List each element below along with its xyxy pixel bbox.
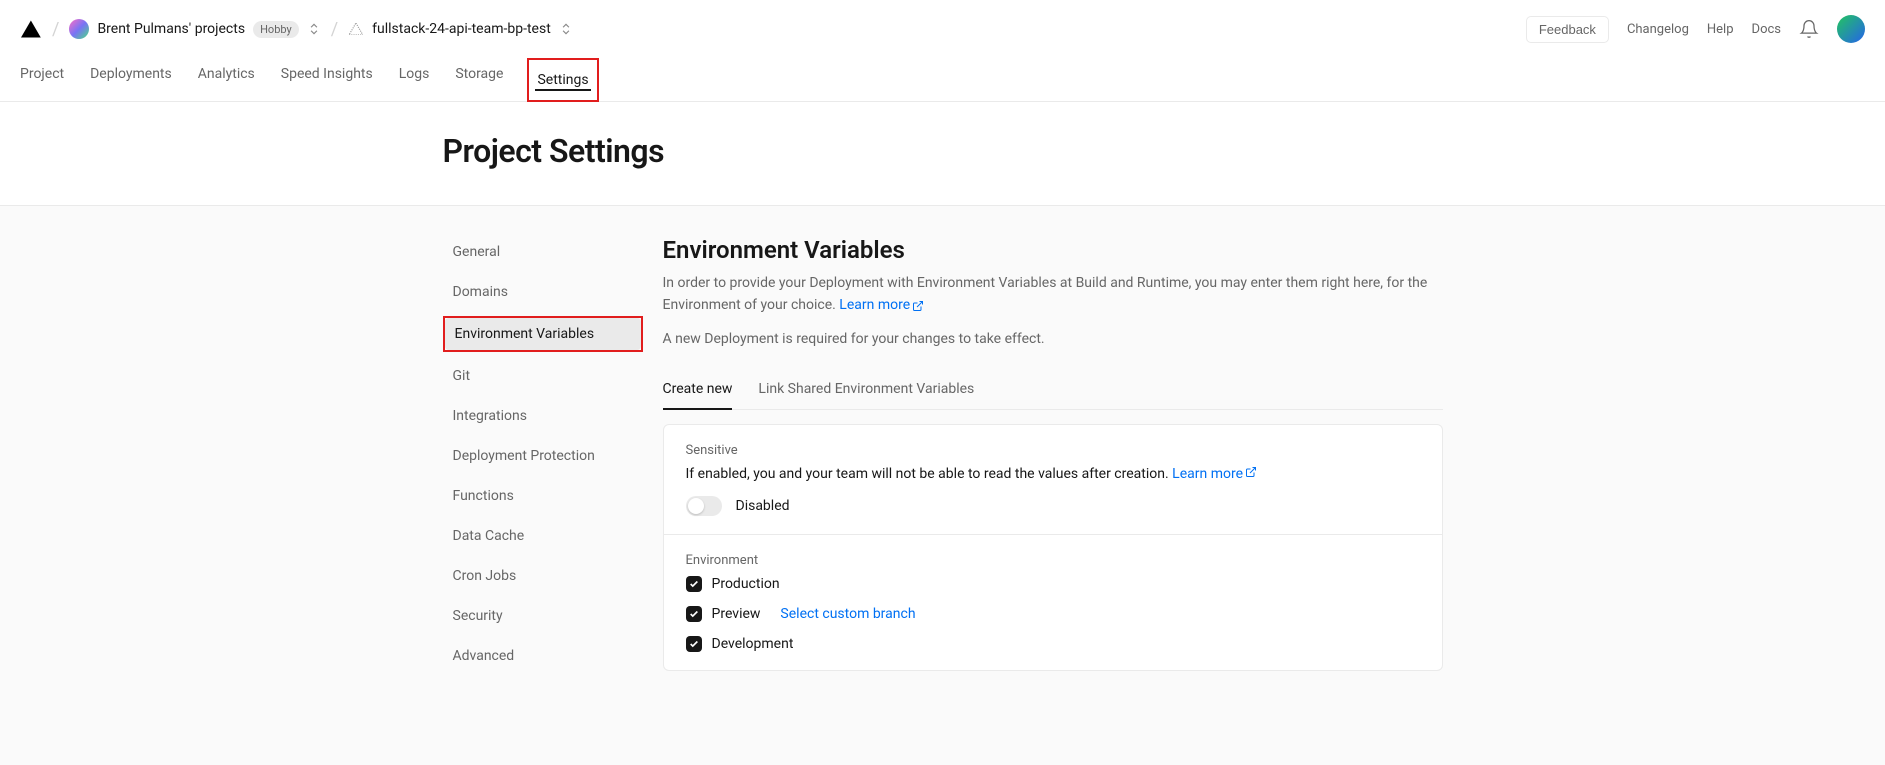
page-header: Project Settings xyxy=(443,102,1443,205)
chevron-up-down-icon[interactable] xyxy=(559,22,573,36)
highlight-annotation: Environment Variables xyxy=(443,316,643,352)
sidebar-item-cron-jobs[interactable]: Cron Jobs xyxy=(443,560,643,592)
team-avatar xyxy=(69,19,89,39)
sensitive-toggle[interactable] xyxy=(686,496,722,516)
env-subtabs: Create new Link Shared Environment Varia… xyxy=(663,375,1443,410)
main-area: General Domains Environment Variables Gi… xyxy=(0,205,1885,765)
env-option-production: Production xyxy=(686,576,1420,592)
deployment-note: A new Deployment is required for your ch… xyxy=(663,331,1443,347)
docs-link[interactable]: Docs xyxy=(1752,22,1781,37)
tab-analytics[interactable]: Analytics xyxy=(196,58,257,101)
section-title: Environment Variables xyxy=(663,236,1443,264)
tab-settings[interactable]: Settings xyxy=(535,64,590,90)
env-option-development: Development xyxy=(686,636,1420,652)
settings-content: Environment Variables In order to provid… xyxy=(663,236,1443,680)
environment-label: Environment xyxy=(686,553,1420,568)
sidebar-item-deployment-protection[interactable]: Deployment Protection xyxy=(443,440,643,472)
learn-more-link[interactable]: Learn more xyxy=(839,297,924,313)
checkbox-preview[interactable] xyxy=(686,606,702,622)
team-name: Brent Pulmans' projects xyxy=(97,21,245,37)
learn-more-text: Learn more xyxy=(1172,466,1243,482)
tab-storage[interactable]: Storage xyxy=(453,58,505,101)
sensitive-toggle-row: Disabled xyxy=(686,496,1420,516)
sensitive-toggle-state: Disabled xyxy=(736,498,790,514)
help-link[interactable]: Help xyxy=(1707,22,1734,37)
env-label-preview: Preview xyxy=(712,606,761,622)
section-description: In order to provide your Deployment with… xyxy=(663,272,1443,317)
changelog-link[interactable]: Changelog xyxy=(1627,22,1689,37)
tab-project[interactable]: Project xyxy=(18,58,66,101)
tab-logs[interactable]: Logs xyxy=(397,58,432,101)
tab-deployments[interactable]: Deployments xyxy=(88,58,174,101)
env-form-card: Sensitive If enabled, you and your team … xyxy=(663,424,1443,671)
environment-section: Environment Production Preview Select cu… xyxy=(664,535,1442,670)
sidebar-item-data-cache[interactable]: Data Cache xyxy=(443,520,643,552)
checkbox-production[interactable] xyxy=(686,576,702,592)
page-title: Project Settings xyxy=(443,132,1443,170)
user-avatar[interactable] xyxy=(1837,15,1865,43)
highlight-annotation: Settings xyxy=(527,58,598,102)
sensitive-text: If enabled, you and your team will not b… xyxy=(686,466,1173,482)
external-link-icon xyxy=(912,297,924,309)
subtab-link-shared[interactable]: Link Shared Environment Variables xyxy=(758,375,974,409)
sensitive-description: If enabled, you and your team will not b… xyxy=(686,466,1420,482)
breadcrumb: / Brent Pulmans' projects Hobby / fullst… xyxy=(20,18,573,40)
plan-badge: Hobby xyxy=(253,21,299,38)
top-bar: / Brent Pulmans' projects Hobby / fullst… xyxy=(0,0,1885,48)
env-label-production: Production xyxy=(712,576,780,592)
sidebar-item-integrations[interactable]: Integrations xyxy=(443,400,643,432)
top-right-nav: Feedback Changelog Help Docs xyxy=(1526,15,1865,43)
chevron-up-down-icon[interactable] xyxy=(307,22,321,36)
sensitive-learn-more-link[interactable]: Learn more xyxy=(1172,466,1257,482)
breadcrumb-slash: / xyxy=(52,19,59,40)
description-text: In order to provide your Deployment with… xyxy=(663,275,1428,313)
external-link-icon xyxy=(1245,466,1257,478)
env-label-development: Development xyxy=(712,636,794,652)
notifications-icon[interactable] xyxy=(1799,19,1819,39)
feedback-button[interactable]: Feedback xyxy=(1526,16,1609,43)
project-crumb[interactable]: fullstack-24-api-team-bp-test xyxy=(348,21,573,37)
sidebar-item-environment-variables[interactable]: Environment Variables xyxy=(445,318,641,350)
team-crumb[interactable]: Brent Pulmans' projects Hobby xyxy=(69,19,320,39)
env-option-preview: Preview Select custom branch xyxy=(686,606,1420,622)
sidebar-item-functions[interactable]: Functions xyxy=(443,480,643,512)
sidebar-item-domains[interactable]: Domains xyxy=(443,276,643,308)
settings-sidebar: General Domains Environment Variables Gi… xyxy=(443,236,643,680)
project-name: fullstack-24-api-team-bp-test xyxy=(372,21,551,37)
breadcrumb-slash: / xyxy=(331,19,338,40)
sidebar-item-general[interactable]: General xyxy=(443,236,643,268)
sidebar-item-security[interactable]: Security xyxy=(443,600,643,632)
vercel-logo[interactable] xyxy=(20,18,42,40)
project-nav: Project Deployments Analytics Speed Insi… xyxy=(0,48,1885,102)
sensitive-section: Sensitive If enabled, you and your team … xyxy=(664,425,1442,535)
select-custom-branch-link[interactable]: Select custom branch xyxy=(780,606,915,622)
project-icon xyxy=(348,21,364,37)
sensitive-label: Sensitive xyxy=(686,443,1420,458)
checkbox-development[interactable] xyxy=(686,636,702,652)
sidebar-item-git[interactable]: Git xyxy=(443,360,643,392)
tab-speed-insights[interactable]: Speed Insights xyxy=(279,58,375,101)
sidebar-item-advanced[interactable]: Advanced xyxy=(443,640,643,672)
subtab-create-new[interactable]: Create new xyxy=(663,375,733,409)
learn-more-text: Learn more xyxy=(839,297,910,313)
